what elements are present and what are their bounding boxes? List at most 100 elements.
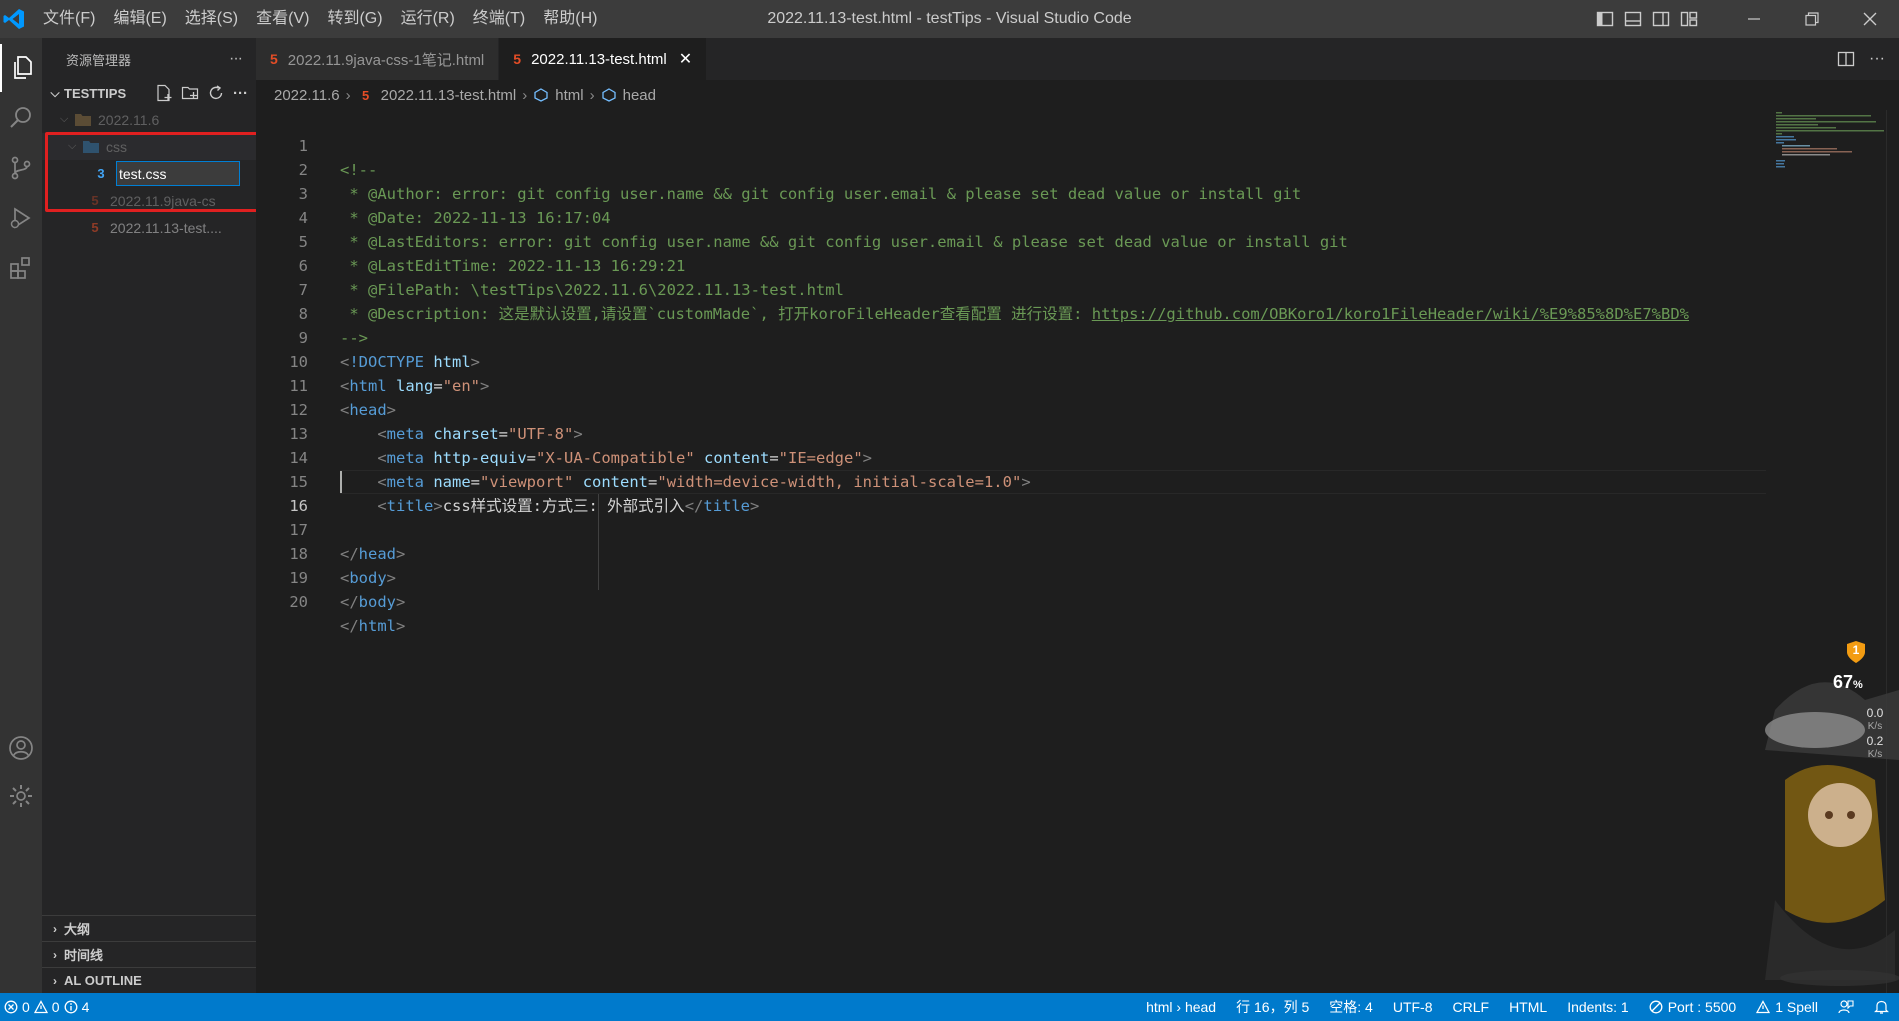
code-token: body — [358, 593, 396, 611]
menu-run[interactable]: 运行(R) — [392, 0, 464, 38]
outline-section-header[interactable]: › 大纲 — [42, 915, 256, 941]
code-line: 19 </body> — [256, 542, 1766, 611]
source-control-icon[interactable] — [0, 144, 42, 192]
workspace-section-header[interactable]: ⌵ TESTTIPS ··· — [42, 80, 256, 106]
network-speed: 0.0 K/s 0.2 K/s — [1853, 706, 1897, 762]
code-editor[interactable]: 1 <!-- 2 * @Author: error: git config us… — [256, 110, 1766, 993]
code-line: 18 <body> — [256, 518, 1766, 587]
toggle-panel-icon[interactable] — [1619, 0, 1647, 38]
minimize-icon[interactable] — [1725, 0, 1783, 38]
status-language[interactable]: HTML — [1499, 993, 1557, 1021]
menu-terminal[interactable]: 终端(T) — [464, 0, 534, 38]
css-file-icon: 3 — [97, 166, 105, 181]
spell-count: 1 Spell — [1775, 999, 1818, 1015]
status-encoding[interactable]: UTF-8 — [1383, 993, 1443, 1021]
warning-icon — [1756, 1000, 1771, 1014]
toggle-secondary-sidebar-icon[interactable] — [1647, 0, 1675, 38]
folder-icon — [75, 113, 91, 126]
tree-item-label: 2022.11.9java-cs — [110, 192, 216, 209]
explorer-more-icon[interactable]: ··· — [229, 50, 243, 68]
status-indents[interactable]: Indents: 1 — [1557, 993, 1639, 1021]
al-outline-section-header[interactable]: › AL OUTLINE — [42, 967, 256, 993]
menu-file[interactable]: 文件(F) — [34, 0, 104, 38]
breadcrumb-folder[interactable]: 2022.11.6 — [274, 87, 340, 104]
search-icon[interactable] — [0, 94, 42, 142]
status-cursor-position[interactable]: 行 16，列 5 — [1226, 993, 1319, 1021]
breadcrumb-node-head[interactable]: head — [623, 87, 656, 104]
html-file-icon: 5 — [91, 220, 99, 235]
shield-badge-value: 1 — [1852, 643, 1860, 657]
editor-more-icon[interactable]: ··· — [1869, 50, 1885, 68]
mascot-illustration — [1765, 682, 1899, 986]
tree-item-label: css — [106, 138, 127, 155]
title-actions — [1591, 0, 1899, 38]
refresh-icon[interactable] — [207, 84, 225, 102]
broadcast-off-icon — [1649, 1000, 1663, 1014]
code-line: 5 * @LastEditTime: 2022-11-13 16:29:21 — [256, 206, 1766, 275]
tab-label: 2022.11.13-test.html — [531, 50, 667, 68]
status-eol[interactable]: CRLF — [1443, 993, 1500, 1021]
feedback-icon[interactable] — [1828, 993, 1864, 1021]
restore-icon[interactable] — [1783, 0, 1841, 38]
workspace-name: TESTTIPS — [64, 85, 127, 101]
breadcrumb-file[interactable]: 2022.11.13-test.html — [381, 87, 517, 104]
notifications-bell-icon[interactable] — [1864, 993, 1899, 1021]
menu-edit[interactable]: 编辑(E) — [104, 0, 175, 38]
new-file-icon[interactable] — [155, 84, 173, 102]
problems-indicator[interactable]: 0 0 4 — [0, 999, 89, 1015]
code-line-current: 16 — [256, 470, 1766, 515]
breadcrumb-node-html[interactable]: html — [555, 87, 583, 104]
status-breadcrumb[interactable]: html › head — [1136, 993, 1226, 1021]
tree-item-folder[interactable]: ⌵ 2022.11.6 — [42, 106, 256, 133]
tree-item-new-file[interactable]: 3 — [42, 160, 256, 187]
code-line: 12 <meta charset="UTF-8"> — [256, 374, 1766, 443]
explorer-actions: ··· — [155, 84, 256, 102]
status-spell[interactable]: 1 Spell — [1746, 993, 1828, 1021]
section-more-icon[interactable]: ··· — [233, 85, 248, 102]
settings-gear-icon[interactable] — [0, 772, 42, 820]
tree-item-folder-css[interactable]: ⌵ css — [42, 133, 256, 160]
line-number: 20 — [289, 593, 308, 611]
section-label: 大纲 — [64, 922, 91, 937]
menu-go[interactable]: 转到(G) — [318, 0, 391, 38]
explorer-header: 资源管理器 ··· — [42, 38, 256, 80]
tree-item-file[interactable]: 5 2022.11.9java-cs — [42, 187, 256, 214]
tree-item-label: 2022.11.13-test.... — [110, 219, 222, 236]
menu-help[interactable]: 帮助(H) — [534, 0, 606, 38]
timeline-section-header[interactable]: › 时间线 — [42, 941, 256, 967]
tree-item-file[interactable]: 5 2022.11.13-test.... — [42, 214, 256, 241]
tab-close-icon[interactable]: ✕ — [679, 49, 692, 69]
code-line: 2 * @Author: error: git config user.name… — [256, 134, 1766, 203]
accounts-icon[interactable] — [0, 724, 42, 772]
status-indentation[interactable]: 空格: 4 — [1319, 993, 1383, 1021]
close-window-icon[interactable] — [1841, 0, 1899, 38]
code-line: 10 <html lang="en"> — [256, 326, 1766, 395]
html-file-icon: 5 — [270, 51, 278, 67]
shield-badge-icon: 1 — [1845, 640, 1867, 663]
tab-inactive[interactable]: 5 2022.11.9java-css-1笔记.html — [256, 38, 500, 80]
status-live-server[interactable]: Port : 5500 — [1639, 993, 1747, 1021]
customize-layout-icon[interactable] — [1675, 0, 1703, 38]
toggle-primary-sidebar-icon[interactable] — [1591, 0, 1619, 38]
split-editor-icon[interactable] — [1837, 50, 1855, 68]
section-label: 时间线 — [64, 948, 104, 963]
status-bar: 0 0 4 html › head 行 16，列 5 空格: 4 UTF-8 C… — [0, 993, 1899, 1021]
cpu-percent-value: 67 — [1833, 672, 1854, 692]
info-count: 4 — [81, 999, 90, 1015]
extensions-icon[interactable] — [0, 244, 42, 292]
menu-selection[interactable]: 选择(S) — [176, 0, 247, 38]
symbol-element-icon — [534, 88, 548, 102]
code-line: 1 <!-- — [256, 110, 1766, 179]
tab-active[interactable]: 5 2022.11.13-test.html ✕ — [499, 38, 708, 80]
explorer-icon[interactable] — [0, 44, 42, 92]
download-speed-unit: K/s — [1867, 749, 1883, 760]
code-line: 4 * @LastEditors: error: git config user… — [256, 182, 1766, 251]
editor-actions: ··· — [1837, 38, 1899, 80]
new-folder-icon[interactable] — [181, 84, 199, 102]
run-debug-icon[interactable] — [0, 194, 42, 242]
rename-file-input[interactable] — [116, 161, 240, 186]
code-line: 13 <meta http-equiv="X-UA-Compatible" co… — [256, 398, 1766, 467]
activity-bar — [0, 38, 42, 993]
menu-view[interactable]: 查看(V) — [247, 0, 318, 38]
sidebar-bottom-sections: › 大纲 › 时间线 › AL OUTLINE — [42, 915, 256, 993]
